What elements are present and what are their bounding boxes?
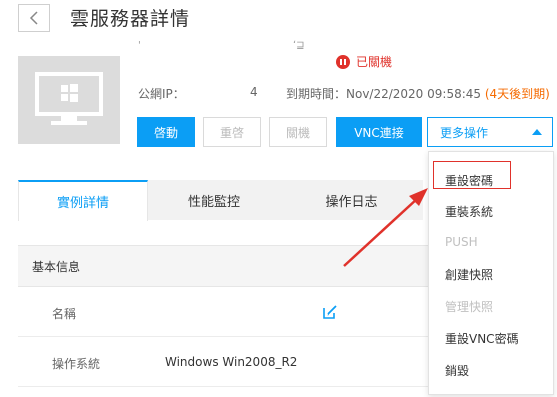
annotation-highlight-box — [433, 161, 511, 189]
caret-up-icon — [532, 129, 542, 135]
back-button[interactable] — [18, 4, 50, 32]
status-text: 已關機 — [356, 55, 393, 69]
expire-warning: (4天後到期) — [484, 87, 550, 101]
shutdown-button[interactable]: 關機 — [269, 117, 327, 147]
menu-item-reset-vnc-password[interactable]: 重設VNC密碼 — [445, 330, 519, 347]
ip-value: 4 — [250, 85, 258, 99]
ip-label: 公網IP： — [138, 87, 185, 101]
edit-icon[interactable] — [322, 304, 338, 320]
page-title: 雲服務器詳情 — [70, 8, 191, 30]
menu-item-push[interactable]: PUSH — [445, 235, 478, 249]
detail-tabs: 實例詳情 性能監控 操作日志 — [18, 180, 423, 221]
os-label: 操作系統 — [52, 357, 101, 371]
vnc-connect-button[interactable]: VNC連接 — [336, 117, 422, 147]
section-header: 基本信息 — [18, 245, 430, 287]
more-actions-dropdown[interactable]: 更多操作 — [427, 117, 553, 147]
start-button[interactable]: 啓動 — [137, 117, 195, 147]
os-thumbnail — [18, 56, 120, 144]
chevron-left-icon — [29, 11, 38, 25]
instance-name: ' — [138, 40, 141, 51]
os-value: Windows Win2008_R2 — [165, 355, 298, 369]
expire-label: 到期時間：Nov/22/2020 09:58:45 — [286, 87, 485, 101]
name-label: 名稱 — [52, 307, 77, 321]
section-title: 基本信息 — [32, 260, 81, 274]
more-actions-label: 更多操作 — [440, 125, 489, 140]
tab-performance[interactable]: 性能監控 — [148, 180, 280, 220]
expire-time: 到期時間：Nov/22/2020 09:58:45 (4天後到期) — [286, 85, 550, 102]
pause-icon — [336, 54, 350, 69]
row-divider — [18, 336, 430, 337]
monitor-windows-icon — [35, 72, 103, 125]
tab-instance-details[interactable]: 實例詳情 — [18, 180, 148, 221]
menu-item-create-snapshot[interactable]: 創建快照 — [445, 266, 493, 283]
menu-item-reinstall-system[interactable]: 重裝系統 — [445, 203, 493, 220]
status-badge: 已關機 — [336, 53, 392, 70]
menu-item-manage-snapshot[interactable]: 管理快照 — [445, 298, 493, 315]
tab-operation-log[interactable]: 操作日志 — [280, 180, 423, 220]
menu-item-destroy[interactable]: 銷毀 — [445, 362, 469, 379]
row-divider — [18, 386, 430, 387]
restart-button[interactable]: 重啓 — [203, 117, 261, 147]
instance-name-tail: ʻ⊒ — [293, 40, 305, 51]
